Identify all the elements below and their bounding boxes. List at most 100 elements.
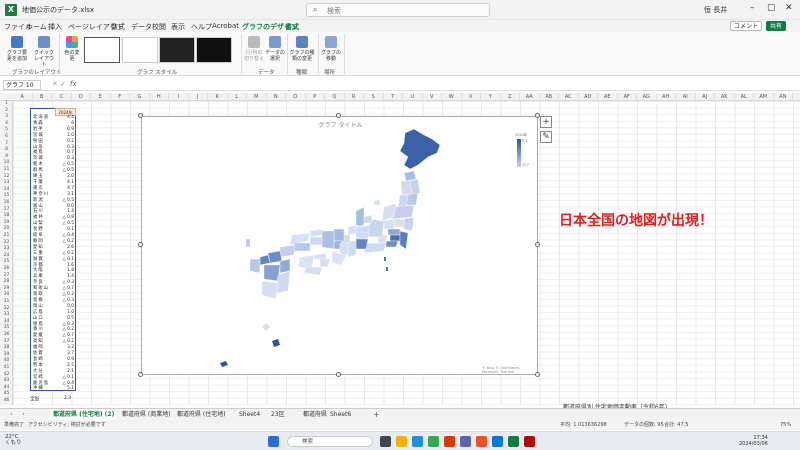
menu-item[interactable]: 表示 (171, 22, 185, 32)
column-header-cell[interactable]: AH (657, 93, 676, 101)
maximize-icon[interactable]: ▢ (767, 3, 776, 13)
sheet-tab[interactable]: Sheet4 (239, 410, 260, 420)
column-header-cell[interactable]: D (72, 93, 91, 101)
firefox-icon[interactable] (476, 436, 487, 447)
column-header-cell[interactable]: AI (676, 93, 696, 101)
chart-style-1[interactable] (84, 37, 120, 63)
row-header-cell[interactable]: 18 (0, 213, 13, 220)
resize-handle-l[interactable] (138, 242, 143, 247)
weather-widget[interactable]: 22°C くもり (5, 434, 22, 446)
excel-taskbar-icon[interactable] (508, 436, 519, 447)
row-header-cell[interactable]: 6 (0, 134, 13, 141)
select-data-button[interactable]: データの選択 (265, 36, 285, 62)
move-chart-button[interactable]: グラフの移動 (321, 36, 341, 62)
row-header-cell[interactable]: 3 (0, 114, 13, 121)
chart-styles-brush-button[interactable]: ✎ (540, 131, 552, 143)
row-header-cell[interactable]: 30 (0, 292, 13, 299)
column-header-cell[interactable]: AF (618, 93, 637, 101)
taskbar-search[interactable]: 検索 (287, 436, 373, 447)
close-icon[interactable]: ✕ (785, 3, 793, 13)
column-header-cell[interactable]: X (462, 93, 481, 101)
column-header-cell[interactable]: V (423, 93, 442, 101)
column-header-cell[interactable]: T (384, 93, 403, 101)
row-header-cell[interactable]: 33 (0, 312, 13, 319)
column-header-cell[interactable]: AJ (696, 93, 715, 101)
minimize-icon[interactable]: – (750, 3, 755, 13)
column-header-cell[interactable]: H (150, 93, 169, 101)
share-button[interactable]: 共有 (766, 21, 787, 31)
row-header-cell[interactable]: 1 (0, 101, 13, 108)
row-header-cell[interactable]: 20 (0, 226, 13, 233)
row-header-cell[interactable]: 35 (0, 325, 13, 332)
menu-item[interactable]: Acrobat (212, 22, 239, 30)
clock[interactable]: 17:34 2024/03/06 (739, 435, 768, 447)
row-header-cell[interactable]: 40 (0, 358, 13, 365)
column-header-cell[interactable]: I (169, 93, 189, 101)
row-header-cell[interactable]: 13 (0, 180, 13, 187)
file-explorer-icon[interactable] (396, 436, 407, 447)
menu-item[interactable]: 挿入 (48, 22, 62, 32)
fx-icon[interactable]: fx (70, 80, 77, 88)
task-view-icon[interactable] (380, 436, 391, 447)
column-header-cell[interactable]: AL (735, 93, 754, 101)
row-header-cell[interactable]: 38 (0, 345, 13, 352)
resize-handle-r[interactable] (535, 242, 540, 247)
resize-handle-b[interactable] (336, 372, 341, 377)
row-header-cell[interactable]: 25 (0, 259, 13, 266)
add-sheet-icon[interactable]: + (373, 410, 380, 419)
map-chart[interactable]: グラフ タイトル © Bing © GeoNames, Microsoft, T… (141, 116, 538, 375)
column-header-cell[interactable]: AC (559, 93, 579, 101)
status-accessibility[interactable]: アクセシビリティ: 検討が必要です (28, 420, 106, 430)
sheet-tab[interactable]: 23区 (271, 410, 285, 420)
chart-legend[interactable]: 2024年 5.1 -0.7 (515, 133, 529, 173)
teams-icon[interactable] (460, 436, 471, 447)
change-chart-type-button[interactable]: グラフの種類の変更 (289, 36, 315, 62)
row-header-cell[interactable]: 10 (0, 160, 13, 167)
column-header-cell[interactable]: K (208, 93, 228, 101)
column-header-cell[interactable]: E (91, 93, 111, 101)
outlook-icon[interactable] (492, 436, 503, 447)
resize-handle-t[interactable] (336, 113, 341, 118)
status-zoom[interactable]: 75% (780, 420, 791, 430)
column-header-cell[interactable]: Q (325, 93, 345, 101)
edge-icon[interactable] (412, 436, 423, 447)
change-colors-button[interactable]: 色の変更 (63, 36, 81, 62)
row-header-cell[interactable]: 15 (0, 193, 13, 200)
switch-row-col-button[interactable]: 行/列の切り替え (244, 36, 264, 62)
column-header-cell[interactable]: L (228, 93, 247, 101)
row-header-cell[interactable]: 11 (0, 167, 13, 174)
office-icon[interactable] (444, 436, 455, 447)
column-header-cell[interactable]: O (286, 93, 306, 101)
menu-item[interactable]: 校閲 (152, 22, 166, 32)
tab-next-icon[interactable]: › (22, 410, 25, 418)
search-box[interactable]: ⌕ 検索 (306, 3, 490, 17)
resize-handle-br[interactable] (535, 372, 540, 377)
quick-layout-button[interactable]: クイックレイアウト (33, 36, 55, 68)
row-header-cell[interactable]: 31 (0, 299, 13, 306)
row-header-cell[interactable]: 16 (0, 200, 13, 207)
sheet-tab[interactable]: 都道府県 (商業地) (122, 410, 171, 420)
column-header-cell[interactable]: AD (579, 93, 598, 101)
row-header-cell[interactable]: 8 (0, 147, 13, 154)
chart-elements-button[interactable]: + (540, 116, 552, 128)
column-header-cell[interactable]: G (130, 93, 150, 101)
column-header-cell[interactable]: B (33, 93, 52, 101)
cancel-icon[interactable]: ✕ ✓ (52, 80, 66, 88)
resize-handle-bl[interactable] (138, 372, 143, 377)
start-icon[interactable] (268, 436, 279, 447)
row-header-cell[interactable]: 5 (0, 127, 13, 134)
menu-item[interactable]: 書式 (285, 22, 299, 32)
chart-style-4-dark[interactable] (196, 37, 232, 63)
column-header-cell[interactable]: Y (481, 93, 501, 101)
row-header-cell[interactable]: 26 (0, 266, 13, 273)
column-header-cell[interactable]: C (52, 93, 72, 101)
sheet-tab[interactable]: Sheet6 (330, 410, 351, 420)
menu-item[interactable]: ホーム (26, 22, 47, 32)
comment-button[interactable]: コメント (730, 21, 763, 31)
tab-prev-icon[interactable]: ‹ (10, 410, 13, 418)
column-header-cell[interactable]: AK (715, 93, 735, 101)
column-header-cell[interactable]: F (111, 93, 130, 101)
table-row[interactable]: 沖縄 5.1 (31, 386, 77, 393)
acrobat-icon[interactable] (524, 436, 535, 447)
column-header-cell[interactable]: A (13, 93, 33, 101)
